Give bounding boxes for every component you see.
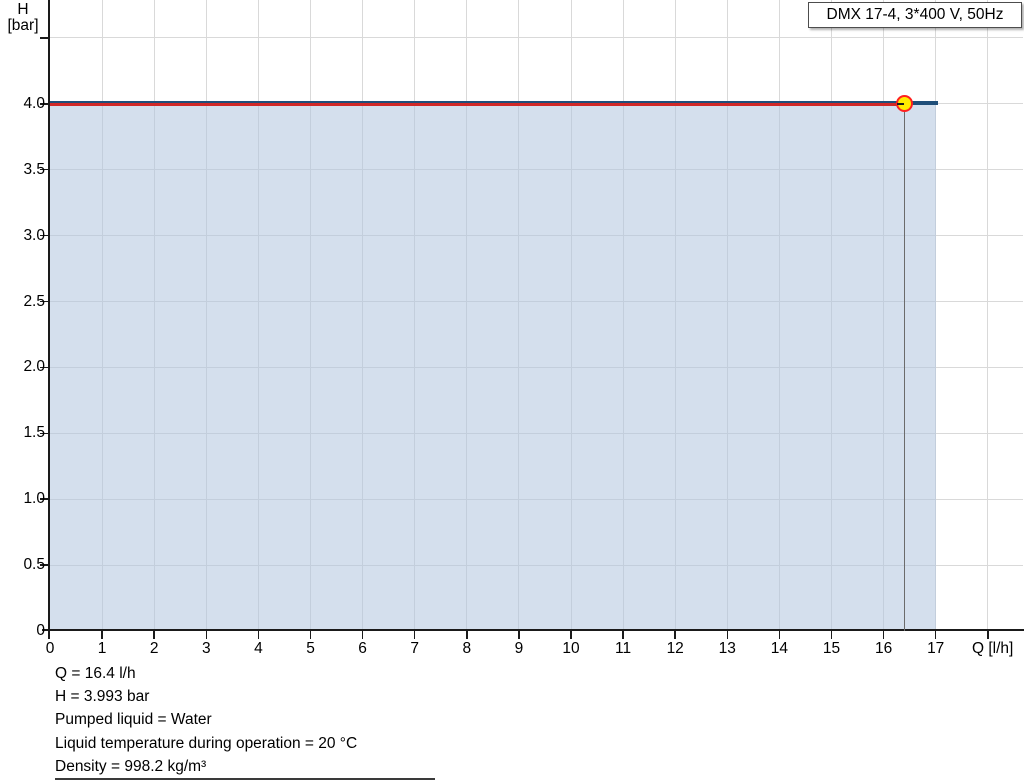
bottom-divider (55, 778, 435, 780)
gridline-vertical (987, 0, 989, 631)
x-axis (42, 629, 1024, 631)
info-line-temperature: Liquid temperature during operation = 20… (55, 734, 358, 752)
y-tick-label: 1.0 (23, 490, 45, 508)
x-tick-label: 14 (770, 640, 789, 657)
info-line-liquid: Pumped liquid = Water (55, 711, 212, 729)
x-axis-tick (413, 631, 416, 639)
info-line-head: H = 3.993 bar (55, 688, 150, 706)
operating-conditions-block: Q = 16.4 l/h H = 3.993 bar Pumped liquid… (55, 662, 357, 778)
y-axis-tick (40, 37, 49, 39)
x-tick-label: 16 (874, 640, 893, 657)
x-tick-label: 11 (615, 640, 632, 657)
x-axis-tick (934, 631, 937, 639)
info-line-density: Density = 998.2 kg/m³ (55, 757, 207, 775)
x-axis-tick (726, 631, 729, 639)
gridline-horizontal (50, 37, 1023, 39)
x-axis-tick (205, 631, 208, 639)
pump-performance-chart: H [bar] 0 1 2 3 4 5 6 7 8 9 10 11 12 13 14 15 16 17 0 0.5 1.… (0, 0, 1024, 781)
operating-point-dropline (903, 103, 906, 631)
x-axis-tick (570, 631, 572, 639)
y-tick-label: 2.5 (23, 292, 45, 310)
x-tick-label: 2 (149, 640, 159, 657)
x-axis-tick (309, 631, 312, 639)
operating-point-notch (897, 102, 905, 105)
x-tick-label: 8 (462, 640, 472, 657)
y-tick-label: 2.0 (23, 358, 45, 376)
x-axis-tick (778, 631, 781, 639)
x-tick-label: 0 (45, 640, 55, 657)
y-tick-label: 4.0 (23, 94, 45, 112)
x-tick-label: 7 (410, 640, 419, 657)
y-tick-label: 0 (36, 622, 45, 639)
x-tick-label: 17 (927, 640, 945, 657)
x-axis-tick (674, 631, 676, 639)
x-tick-label: 6 (358, 640, 367, 657)
x-tick-label: 1 (97, 640, 107, 657)
x-tick-label: 12 (666, 640, 684, 657)
x-tick-label: 15 (822, 640, 841, 657)
y-tick-label: 0.5 (23, 556, 45, 574)
y-tick-label: 1.5 (23, 424, 45, 442)
x-axis-tick (882, 631, 885, 639)
x-axis-title: Q [l/h] (972, 640, 1014, 657)
x-axis-tick (622, 631, 624, 639)
x-tick-label: 10 (562, 640, 580, 657)
y-tick-label: 3.5 (23, 160, 45, 178)
x-axis-tick (153, 631, 155, 639)
info-line-flow: Q = 16.4 l/h (55, 665, 136, 682)
x-axis-tick (518, 631, 520, 639)
x-tick-label: 13 (718, 640, 736, 657)
x-tick-label: 3 (201, 640, 211, 657)
legend-label: DMX 17-4, 3*400 V, 50Hz (826, 6, 1004, 23)
y-axis (48, 0, 50, 639)
x-tick-label: 5 (306, 640, 315, 657)
y-tick-label: 3.0 (23, 226, 45, 244)
x-axis-tick (466, 631, 468, 639)
x-axis-tick (830, 631, 833, 639)
allowed-operating-area (50, 103, 936, 630)
x-tick-label: 9 (514, 640, 524, 657)
x-axis-tick (987, 631, 989, 639)
legend-box: DMX 17-4, 3*400 V, 50Hz (808, 2, 1022, 28)
x-tick-label: 4 (254, 640, 263, 657)
x-axis-tick (257, 631, 260, 639)
x-axis-tick (361, 631, 364, 639)
x-axis-tick (101, 631, 103, 639)
operating-segment-line (50, 103, 905, 107)
